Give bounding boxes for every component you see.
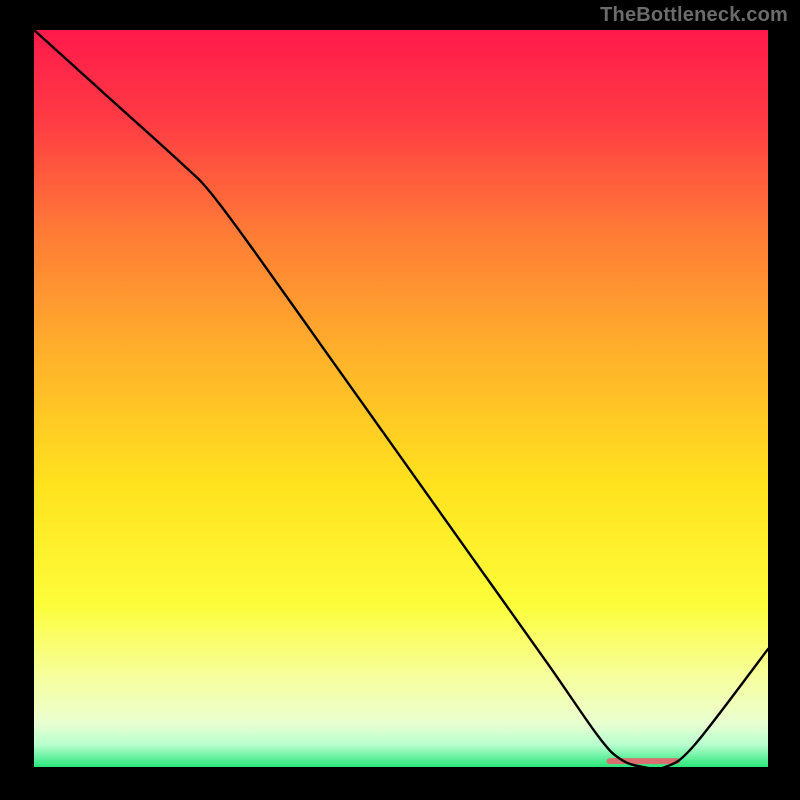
chart-svg	[34, 30, 768, 767]
gradient-background	[34, 30, 768, 767]
attribution-label: TheBottleneck.com	[600, 4, 788, 27]
highlight-band	[607, 758, 680, 764]
plot-area	[34, 30, 768, 767]
chart-frame: TheBottleneck.com	[0, 0, 800, 800]
